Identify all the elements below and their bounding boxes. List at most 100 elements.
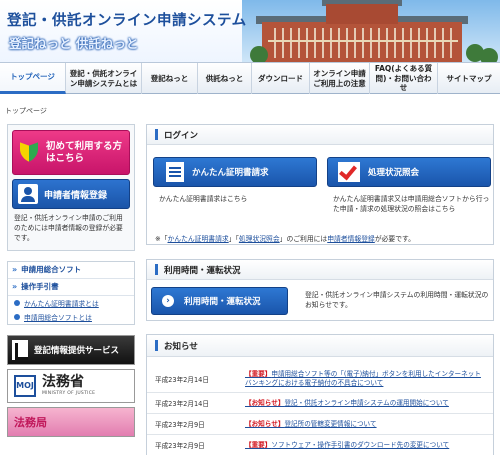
building-window-row [268, 40, 458, 42]
news-title: 登記所の管轄変更情報について [284, 419, 377, 428]
news-tag: 【お知らせ】 [245, 419, 285, 428]
news-spacer [147, 357, 493, 365]
hours-heading: 利用時間・運転状況 [147, 260, 493, 280]
note-text: ※「 [155, 235, 168, 243]
banner-moj-en: MINISTRY OF JUSTICE [42, 391, 96, 397]
news-panel: お知らせ 平成23年2月14日 【重要】申請用総合ソフト等の「(電子)納付」ボタ… [146, 334, 494, 455]
news-item: 平成23年2月14日 【お知らせ】登記・供託オンライン申請システムの運用開始につ… [147, 393, 493, 414]
login-note: ※「かんたん証明書請求」「処理状況照会」のご利用には申請者情報登録が必要です。 [155, 233, 415, 243]
banner-houmukyoku-label: 法務局 [14, 415, 47, 429]
manual-sub-label: かんたん証明書請求とは [24, 299, 99, 308]
double-chevron-icon: » [12, 265, 18, 275]
note-text: 」のご利用には [279, 235, 328, 243]
hours-panel: 利用時間・運転状況 › 利用時間・運転状況 登記・供託オンライン申請システムの利… [146, 259, 494, 321]
banner-touki-info[interactable]: 登記情報提供サービス [7, 334, 135, 365]
login-heading: ログイン [147, 125, 493, 145]
cert-request-button[interactable]: かんたん証明書請求 [153, 157, 317, 187]
news-item: 平成23年2月9日 【重要】ソフトウェア・操作手引書のダウンロード先の変更につい… [147, 435, 493, 455]
nav-kyotaku[interactable]: 供託ねっと [198, 63, 252, 94]
software-link[interactable]: » 申請用総合ソフト [8, 262, 134, 279]
touki-info-logo-icon [12, 339, 28, 360]
news-tag: 【重要】 [245, 369, 272, 378]
manual-link[interactable]: » 操作手引書 [8, 279, 134, 296]
site-subtitle[interactable]: 登記ねっと 供託ねっと [9, 33, 138, 52]
register-label: 申請者情報登録 [44, 190, 108, 201]
bullet-icon [14, 313, 20, 320]
register-button[interactable]: 申請者情報登録 [12, 179, 130, 209]
news-heading: お知らせ [147, 335, 493, 357]
banner-moj-label: 法務省 [42, 374, 84, 391]
heading-bar-icon [155, 264, 158, 275]
user-icon [18, 184, 38, 204]
news-date: 平成23年2月14日 [155, 375, 209, 384]
chevron-right-icon: › [162, 295, 174, 307]
manual-sub-link[interactable]: かんたん証明書請求とは [8, 296, 134, 310]
moj-logo-icon: MOJ [14, 374, 36, 397]
news-title: ソフトウェア・操作手引書のダウンロード先の変更について [271, 440, 450, 449]
first-time-button[interactable]: 初めて利用する方はこちら [12, 130, 130, 175]
news-heading-label: お知らせ [164, 341, 198, 352]
nav-sitemap[interactable]: サイトマップ [438, 63, 500, 94]
site-title[interactable]: 登記・供託オンライン申請システム [7, 9, 247, 30]
hours-heading-label: 利用時間・運転状況 [164, 265, 241, 276]
hours-desc: 登記・供託オンライン申請システムの利用時間・運転状況のお知らせです。 [305, 291, 489, 309]
news-link[interactable]: 【重要】申請用総合ソフト等の「(電子)納付」ボタンを利用したインターネットバンキ… [245, 370, 493, 387]
left-links: » 申請用総合ソフト » 操作手引書 かんたん証明書請求とは 申請用総合ソフトと… [7, 260, 135, 325]
heading-bar-icon [155, 129, 158, 140]
news-link[interactable]: 【お知らせ】登記・供託オンライン申請システムの運用開始について [245, 399, 493, 408]
status-inquiry-desc: かんたん証明書請求又は申請用総合ソフトから行った申請・請求の処理状況の照会はこち… [333, 195, 490, 213]
status-inquiry-button[interactable]: 処理状況照会 [327, 157, 491, 187]
news-title: 申請用総合ソフト等の「(電子)納付」ボタンを利用したインターネットバンキングにお… [245, 369, 481, 387]
document-icon [166, 162, 184, 182]
building-windows [268, 28, 458, 58]
news-date: 平成23年2月9日 [155, 442, 205, 450]
building-tower [326, 4, 398, 24]
main-nav: トップページ 登記・供託オンライン申請システムとは 登記ねっと 供託ねっと ダウ… [0, 62, 500, 94]
left-column: 初めて利用する方はこちら 申請者情報登録 登記・供託オンライン申請のご利用のため… [7, 124, 135, 437]
news-date: 平成23年2月14日 [155, 400, 209, 408]
site-header: 登記・供託オンライン申請システム 登記ねっと 供託ねっと [0, 0, 500, 62]
tree-icon [480, 48, 498, 62]
news-title: 登記・供託オンライン申請システムの運用開始について [284, 398, 449, 407]
hours-button[interactable]: › 利用時間・運転状況 [151, 287, 288, 315]
banner-houmukyoku[interactable]: 法務局 [7, 406, 135, 437]
banner-touki-info-label: 登記情報提供サービス [34, 345, 120, 356]
nav-top[interactable]: トップページ [0, 63, 66, 94]
breadcrumb: トップページ [5, 107, 47, 115]
news-tag: 【重要】 [245, 440, 272, 449]
news-date: 平成23年2月9日 [155, 421, 205, 429]
note-link-cert[interactable]: かんたん証明書請求 [168, 235, 229, 243]
heading-bar-icon [155, 340, 158, 351]
beginner-mark-icon [18, 142, 40, 164]
nav-touki[interactable]: 登記ねっと [142, 63, 198, 94]
first-time-label: 初めて利用する方はこちら [46, 140, 123, 164]
news-link[interactable]: 【重要】ソフトウェア・操作手引書のダウンロード先の変更について [245, 441, 493, 450]
bullet-icon [14, 299, 20, 306]
nav-download[interactable]: ダウンロード [252, 63, 310, 94]
hours-button-label: 利用時間・運転状況 [184, 297, 261, 307]
news-tag: 【お知らせ】 [245, 398, 285, 407]
banner-moj[interactable]: MOJ 法務省 MINISTRY OF JUSTICE [7, 368, 135, 403]
register-note: 登記・供託オンライン申請のご利用のためには申請者情報の登録が必要です。 [14, 214, 123, 242]
tree-icon [250, 46, 268, 62]
manual-sub-label: 申請用総合ソフトとは [24, 313, 92, 322]
note-text: が必要です。 [374, 235, 415, 243]
manual-sub-link[interactable]: 申請用総合ソフトとは [8, 310, 134, 324]
note-link-register[interactable]: 申請者情報登録 [327, 235, 375, 243]
nav-caution[interactable]: オンライン申請ご利用上の注意 [310, 63, 370, 94]
manual-label: 操作手引書 [21, 282, 59, 292]
nav-about[interactable]: 登記・供託オンライン申請システムとは [66, 63, 142, 94]
status-inquiry-label: 処理状況照会 [368, 168, 420, 178]
note-link-status[interactable]: 処理状況照会 [239, 235, 280, 243]
login-panel: ログイン かんたん証明書請求 かんたん証明書請求はこちら 処理状況照会 かんたん… [146, 124, 494, 245]
software-label: 申請用総合ソフト [21, 265, 82, 275]
double-chevron-icon: » [12, 282, 18, 292]
left-box: 初めて利用する方はこちら 申請者情報登録 登記・供託オンライン申請のご利用のため… [7, 124, 135, 251]
news-item: 平成23年2月9日 【お知らせ】登記所の管轄変更情報について [147, 414, 493, 435]
note-text: 」「 [228, 235, 239, 243]
nav-faq[interactable]: FAQ(よくある質問)・お問い合わせ [370, 63, 438, 94]
checkmark-icon [338, 162, 360, 182]
news-item: 平成23年2月14日 【重要】申請用総合ソフト等の「(電子)納付」ボタンを利用し… [147, 365, 493, 393]
login-heading-label: ログイン [164, 130, 199, 141]
news-link[interactable]: 【お知らせ】登記所の管轄変更情報について [245, 420, 493, 429]
